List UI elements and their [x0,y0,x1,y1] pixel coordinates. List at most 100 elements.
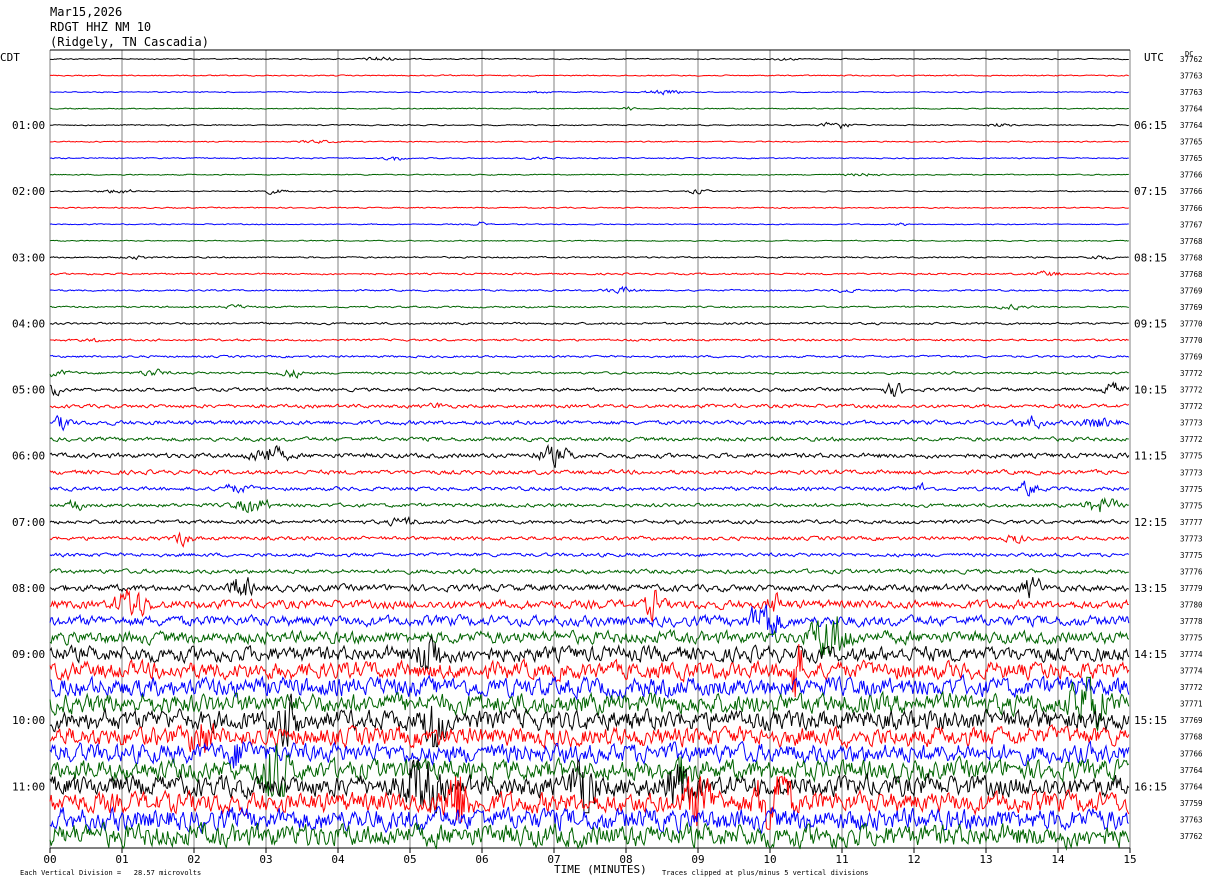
dc-value: 37759 [1180,799,1203,808]
trace-line [49,552,1130,558]
left-hour-label: 11:00 [12,780,45,793]
dc-value: 37775 [1180,634,1203,643]
trace-line [49,604,1130,637]
right-hour-label: 16:15 [1134,780,1167,793]
dc-value: 37777 [1180,518,1203,527]
trace-line [49,285,1129,295]
trace-line [49,531,1130,548]
trace-line [49,480,1130,497]
trace-line [49,74,1129,77]
trace-line [49,354,1130,359]
left-hour-label: 05:00 [12,384,45,397]
left-hour-labels: 01:00 02:00 03:00 04:00 05:00 06:00 07:00 08:00… [12,119,45,793]
left-hour-label: 03:00 [12,251,45,264]
x-tick-label: 01 [115,853,128,866]
x-axis-title: TIME (MINUTES) [554,863,647,876]
left-hour-label: 08:00 [12,582,45,595]
dc-value: 37765 [1180,138,1203,147]
trace-line [49,303,1129,311]
dc-value: 37772 [1180,402,1203,411]
right-hour-label: 14:15 [1134,648,1167,661]
right-hour-label: 11:15 [1134,450,1167,463]
trace-line [49,673,1130,701]
left-hour-label: 06:00 [12,450,45,463]
dc-value: 37775 [1180,452,1203,461]
x-tick-label: 02 [187,853,200,866]
right-hour-label: 15:15 [1134,714,1167,727]
x-tick-label: 00 [43,853,56,866]
right-hour-label: 10:15 [1134,384,1167,397]
right-hour-label: 07:15 [1134,185,1167,198]
dc-value: 37776 [1180,567,1203,576]
trace-line [49,577,1130,599]
left-hour-label: 01:00 [12,119,45,132]
x-tick-label: 09 [691,853,704,866]
trace-line [49,121,1129,130]
dc-value: 37771 [1180,700,1203,709]
trace-line [49,321,1129,326]
dc-value: 37775 [1180,485,1203,494]
dc-value: 37769 [1180,353,1203,362]
trace-line [49,402,1130,409]
x-tick-label: 06 [475,853,488,866]
x-tick-label: 04 [331,853,345,866]
dc-value: 37775 [1180,501,1203,510]
dc-value: 37768 [1180,253,1203,262]
clip-footnote: Traces clipped at plus/minus 5 vertical … [662,869,869,877]
left-hour-label: 04:00 [12,317,45,330]
trace-line [49,337,1129,343]
x-tick-label: 10 [763,853,776,866]
helicorder-plot: 01:00 02:00 03:00 04:00 05:00 06:00 07:00 08:00… [12,49,1203,866]
trace-line [49,368,1129,379]
dc-value: 37780 [1180,600,1203,609]
trace-line [49,106,1129,111]
trace-line [49,381,1130,398]
dc-value: 37762 [1180,832,1203,841]
dc-value: 37770 [1180,336,1203,345]
right-hour-label: 06:15 [1134,119,1167,132]
dc-value: 37774 [1180,667,1203,676]
dc-value: 37772 [1180,683,1203,692]
scale-footnote: Each Vertical Division = 28.57 microvolt… [20,869,202,877]
dc-value: 37764 [1180,121,1203,130]
x-tick-label: 11 [835,853,848,866]
dc-value: 37772 [1180,369,1203,378]
trace-line [50,270,1130,277]
right-hour-label: 08:15 [1134,251,1167,264]
dc-value: 37768 [1180,237,1203,246]
x-tick-label: 15 [1123,853,1136,866]
right-hour-label: 13:15 [1134,582,1167,595]
dc-value: 37766 [1180,204,1203,213]
left-hour-label: 10:00 [12,714,45,727]
left-hour-label: 07:00 [12,516,45,529]
dc-value: 37767 [1180,220,1203,229]
dc-value: 37763 [1180,815,1203,824]
dc-value: 37766 [1180,171,1203,180]
dc-value: 37772 [1180,386,1203,395]
dc-value: 37769 [1180,716,1203,725]
dc-value: 37768 [1180,270,1203,279]
dc-value: 37773 [1180,534,1203,543]
trace-line [49,139,1129,145]
trace-line [50,56,1129,61]
trace-line [49,206,1129,210]
dc-value: 37772 [1180,435,1203,444]
trace-line [49,414,1130,432]
dc-value: 37765 [1180,154,1203,163]
trace-line [49,89,1130,96]
dc-value: 37778 [1180,617,1203,626]
trace-line [49,568,1129,575]
dc-value: 37773 [1180,419,1203,428]
trace-line [49,221,1129,226]
trace-line [49,188,1129,195]
trace-line [49,156,1129,162]
dc-value: 37763 [1180,72,1203,81]
trace-line [49,516,1130,527]
trace-line [49,805,1129,835]
dc-value: 37763 [1180,88,1203,97]
right-hour-label: 09:15 [1134,317,1167,330]
x-tick-label: 12 [907,853,920,866]
trace-line [49,239,1129,243]
left-hour-label: 02:00 [12,185,45,198]
x-tick-label: 13 [979,853,992,866]
